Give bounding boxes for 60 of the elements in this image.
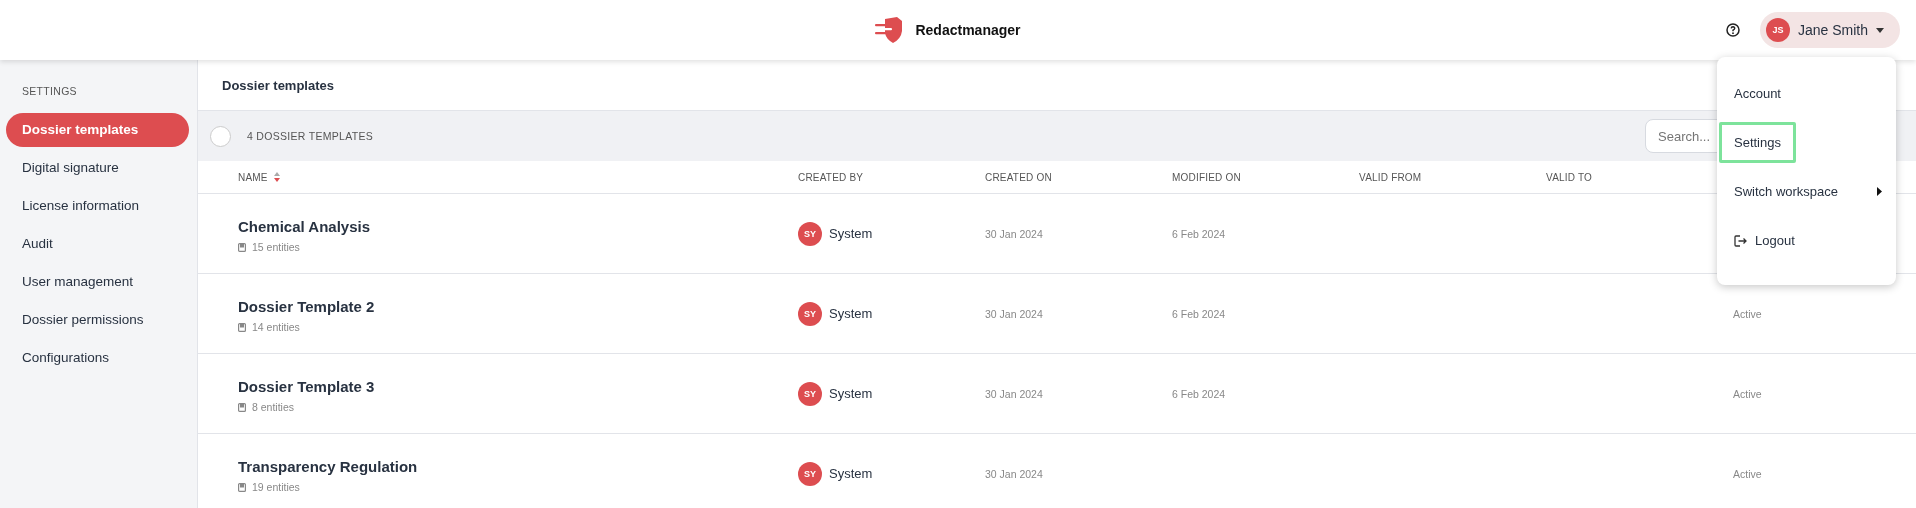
creator-avatar: SY: [798, 221, 822, 246]
table-cell-text: 30 Jan 2024: [985, 307, 1044, 320]
table-cell-text: 6 Feb 2024: [1172, 387, 1227, 400]
menu-item[interactable]: Settings: [1719, 122, 1796, 163]
document-icon: [238, 322, 246, 332]
creator-avatar: SY: [798, 461, 822, 486]
table-cell-text: 30 Jan 2024: [985, 227, 1044, 240]
creator-name: System: [829, 226, 873, 241]
entity-count: 19 entities: [252, 481, 300, 493]
table-cell-text: 6 Feb 2024: [1172, 227, 1227, 240]
document-icon: [238, 242, 246, 252]
document-icon: [238, 402, 246, 412]
shield-logo-icon: [875, 17, 904, 43]
creator-name: System: [829, 466, 873, 481]
status-text: Active: [1733, 387, 1763, 400]
menu-item[interactable]: Account: [1719, 73, 1796, 114]
user-menu-button[interactable]: JS Jane Smith: [1759, 12, 1900, 48]
select-all-checkbox[interactable]: [210, 125, 231, 147]
template-name[interactable]: Dossier Template 3: [238, 378, 375, 395]
sidebar-item[interactable]: User management: [6, 265, 189, 299]
sidebar-heading: SETTINGS: [21, 85, 78, 97]
creator-avatar: SY: [798, 301, 822, 326]
status-text: Active: [1733, 307, 1763, 320]
sidebar-item[interactable]: Configurations: [6, 341, 189, 375]
template-count: 4 DOSSIER TEMPLATES: [247, 130, 374, 142]
column-header: VALID TO: [1546, 171, 1594, 183]
entity-count: 15 entities: [252, 241, 300, 253]
table-cell-text: 30 Jan 2024: [985, 387, 1044, 400]
document-icon: [238, 482, 246, 492]
page-title: Dossier templates: [222, 77, 334, 93]
sidebar-item[interactable]: Audit: [6, 227, 189, 261]
menu-item[interactable]: Switch workspace: [1719, 171, 1854, 212]
status-text: Active: [1733, 467, 1763, 480]
entity-count: 14 entities: [252, 321, 300, 333]
help-icon[interactable]: [1725, 23, 1740, 37]
table-cell-text: 6 Feb 2024: [1172, 307, 1227, 320]
creator-name: System: [829, 306, 873, 321]
submenu-arrow-icon: [1877, 187, 1882, 196]
template-name[interactable]: Chemical Analysis: [238, 218, 370, 235]
menu-item[interactable]: Logout: [1719, 220, 1810, 261]
entity-count: 8 entities: [252, 401, 295, 413]
column-header: VALID FROM: [1359, 171, 1423, 183]
column-header: MODIFIED ON: [1172, 171, 1242, 183]
logout-icon: [1734, 234, 1747, 247]
app-name: Redactmanager: [915, 22, 1021, 38]
template-name[interactable]: Transparency Regulation: [238, 458, 418, 475]
creator-name: System: [829, 386, 873, 401]
table-cell-text: 30 Jan 2024: [985, 467, 1044, 480]
sort-icon: [273, 172, 280, 182]
column-header: CREATED ON: [985, 171, 1053, 183]
creator-avatar: SY: [798, 381, 822, 406]
column-header[interactable]: NAME: [238, 171, 798, 183]
sidebar-item[interactable]: Digital signature: [6, 151, 189, 185]
column-header: CREATED BY: [798, 171, 865, 183]
sidebar-item[interactable]: Dossier permissions: [6, 303, 189, 337]
caret-icon: [1876, 27, 1884, 33]
sidebar-item[interactable]: License information: [6, 189, 189, 223]
user-avatar: JS: [1765, 18, 1790, 42]
sidebar-item[interactable]: Dossier templates: [6, 113, 189, 147]
template-name[interactable]: Dossier Template 2: [238, 298, 375, 315]
